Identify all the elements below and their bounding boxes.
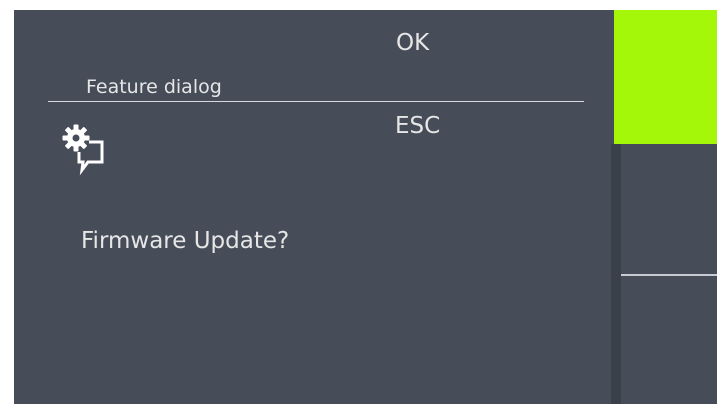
esc-softkey[interactable] [621, 144, 717, 274]
title-divider [48, 101, 584, 102]
dialog-message: Firmware Update? [81, 228, 290, 254]
dialog-title: Feature dialog [86, 76, 222, 98]
softkey-3[interactable] [621, 276, 717, 404]
gear-chat-icon [62, 124, 104, 176]
feature-dialog: OK Feature dialog ESC Firmware Update? [14, 10, 611, 404]
esc-label[interactable]: ESC [395, 113, 440, 139]
device-screen: OK Feature dialog ESC Firmware Update? [14, 10, 717, 404]
ok-softkey[interactable] [614, 10, 717, 144]
ok-label[interactable]: OK [396, 30, 429, 56]
